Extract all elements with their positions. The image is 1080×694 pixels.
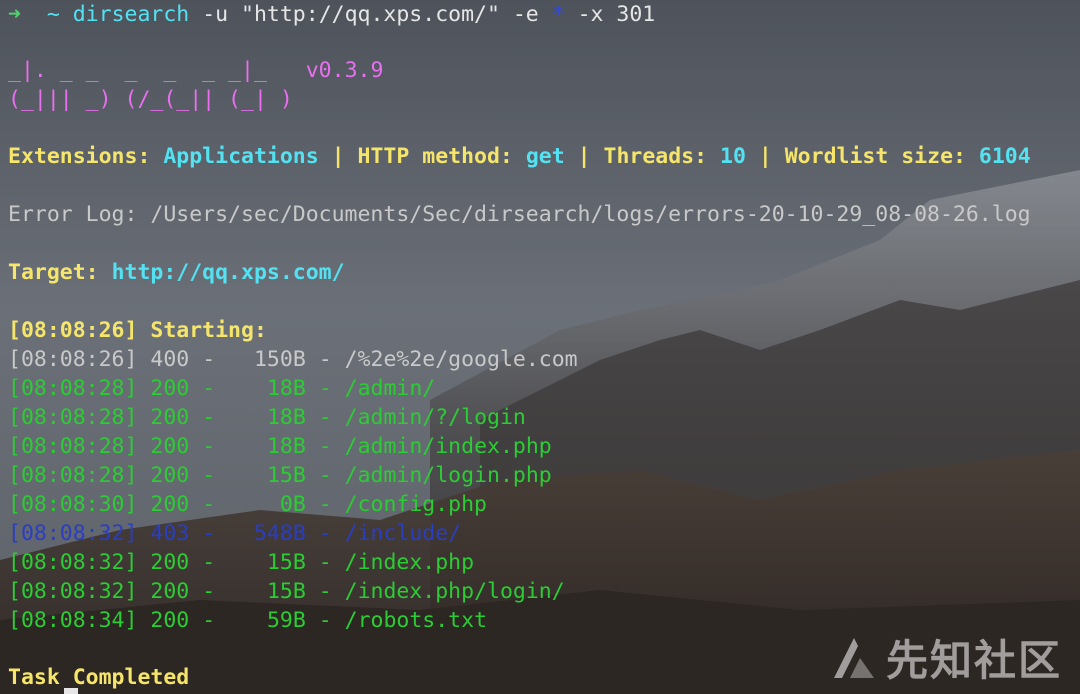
banner-art-1: _|. _ _ _ _ _ _|_ xyxy=(8,58,267,83)
separator: | xyxy=(745,144,785,169)
error-log-line: Error Log: /Users/sec/Documents/Sec/dirs… xyxy=(8,202,1031,227)
threads-label: Threads: xyxy=(603,144,720,169)
result-status: 200 xyxy=(150,608,190,633)
command-args: -u "http://qq.xps.com/" -e xyxy=(189,2,552,27)
terminal-cursor xyxy=(64,688,78,694)
result-time: [08:08:26] xyxy=(8,347,138,372)
banner-art-2: (_||| _) (/_(_|| (_| ) xyxy=(8,87,293,112)
watermark-logo-icon xyxy=(833,637,874,678)
result-row: [08:08:32] 403 - 548B - /include/ xyxy=(8,521,462,546)
http-method-value: get xyxy=(525,144,565,169)
result-status: 200 xyxy=(150,376,190,401)
result-size: 18B xyxy=(266,376,306,401)
result-path[interactable]: /robots.txt xyxy=(345,608,487,633)
target-url[interactable]: http://qq.xps.com/ xyxy=(112,260,345,285)
result-status: 200 xyxy=(150,434,190,459)
result-path[interactable]: /config.php xyxy=(345,492,487,517)
result-time: [08:08:32] xyxy=(8,579,138,604)
watermark: 先知社区 xyxy=(830,627,1062,688)
command-name: dirsearch xyxy=(72,2,190,27)
result-size: 0B xyxy=(279,492,306,517)
result-size: 18B xyxy=(266,434,306,459)
result-path[interactable]: /%2e%2e/google.com xyxy=(345,347,578,372)
result-size: 548B xyxy=(253,521,306,546)
result-time: [08:08:34] xyxy=(8,608,138,633)
banner-line-2: (_||| _) (/_(_|| (_| ) xyxy=(8,85,293,114)
result-path[interactable]: /admin/index.php xyxy=(345,434,552,459)
result-path[interactable]: /admin/ xyxy=(345,376,436,401)
result-path[interactable]: /admin/login.php xyxy=(345,463,552,488)
prompt-cwd: ~ xyxy=(46,2,60,27)
result-path[interactable]: /index.php xyxy=(345,550,474,575)
result-path[interactable]: /admin/?/login xyxy=(345,405,526,430)
result-size: 18B xyxy=(266,405,306,430)
result-row: [08:08:28] 200 - 15B - /admin/login.php xyxy=(8,463,552,488)
result-path[interactable]: /index.php/login/ xyxy=(345,579,565,604)
http-method-label: HTTP method: xyxy=(357,144,526,169)
result-size: 15B xyxy=(266,550,306,575)
result-size: 15B xyxy=(266,463,306,488)
wordlist-label: Wordlist size: xyxy=(784,144,979,169)
command-star: * xyxy=(551,2,565,27)
task-completed-line: Task Completed xyxy=(8,665,190,690)
threads-value: 10 xyxy=(720,144,746,169)
watermark-text: 先知社区 xyxy=(885,636,1062,685)
result-path[interactable]: /include/ xyxy=(345,521,462,546)
result-row: [08:08:34] 200 - 59B - /robots.txt xyxy=(8,608,488,633)
result-time: [08:08:28] xyxy=(8,463,138,488)
result-time: [08:08:28] xyxy=(8,434,138,459)
result-row: [08:08:30] 200 - 0B - /config.php xyxy=(8,492,487,517)
wordlist-value: 6104 xyxy=(978,144,1031,169)
result-status: 200 xyxy=(150,405,190,430)
result-row: [08:08:28] 200 - 18B - /admin/?/login xyxy=(8,405,526,430)
result-status: 200 xyxy=(150,579,190,604)
result-time: [08:08:32] xyxy=(8,521,138,546)
separator: | xyxy=(564,144,604,169)
banner-line-1: _|. _ _ _ _ _ _|_ v0.3.9 xyxy=(8,56,383,85)
result-time: [08:08:28] xyxy=(8,376,138,401)
result-row: [08:08:26] 400 - 150B - /%2e%2e/google.c… xyxy=(8,347,578,372)
banner-version: v0.3.9 xyxy=(305,58,384,83)
prompt-line: ➜ ~ dirsearch -u "http://qq.xps.com/" -e… xyxy=(8,0,655,29)
extensions-label: Extensions: xyxy=(8,144,164,169)
result-time: [08:08:30] xyxy=(8,492,138,517)
extensions-value: Applications xyxy=(163,144,319,169)
separator: | xyxy=(318,144,358,169)
result-size: 150B xyxy=(253,347,306,372)
starting-line: [08:08:26] Starting: xyxy=(8,316,267,345)
result-row: [08:08:28] 200 - 18B - /admin/ xyxy=(8,376,436,401)
command-args-tail: -x 301 xyxy=(564,2,656,27)
result-row: [08:08:32] 200 - 15B - /index.php xyxy=(8,550,475,575)
config-line: Extensions: Applications | HTTP method: … xyxy=(8,142,1031,171)
result-time: [08:08:32] xyxy=(8,550,138,575)
result-status: 200 xyxy=(150,492,190,517)
result-size: 59B xyxy=(266,608,306,633)
target-line: Target: http://qq.xps.com/ xyxy=(8,258,345,287)
result-status: 400 xyxy=(150,347,190,372)
target-label: Target: xyxy=(8,260,112,285)
result-row: [08:08:32] 200 - 15B - /index.php/login/ xyxy=(8,579,565,604)
starting-time: [08:08:26] xyxy=(8,318,138,343)
terminal-output: ➜ ~ dirsearch -u "http://qq.xps.com/" -e… xyxy=(8,0,1080,694)
result-size: 15B xyxy=(266,579,306,604)
result-status: 200 xyxy=(150,463,190,488)
result-status: 403 xyxy=(150,521,190,546)
result-status: 200 xyxy=(150,550,190,575)
prompt-arrow-icon: ➜ xyxy=(8,2,21,27)
starting-text: Starting: xyxy=(137,318,267,343)
result-time: [08:08:28] xyxy=(8,405,138,430)
result-row: [08:08:28] 200 - 18B - /admin/index.php xyxy=(8,434,552,459)
